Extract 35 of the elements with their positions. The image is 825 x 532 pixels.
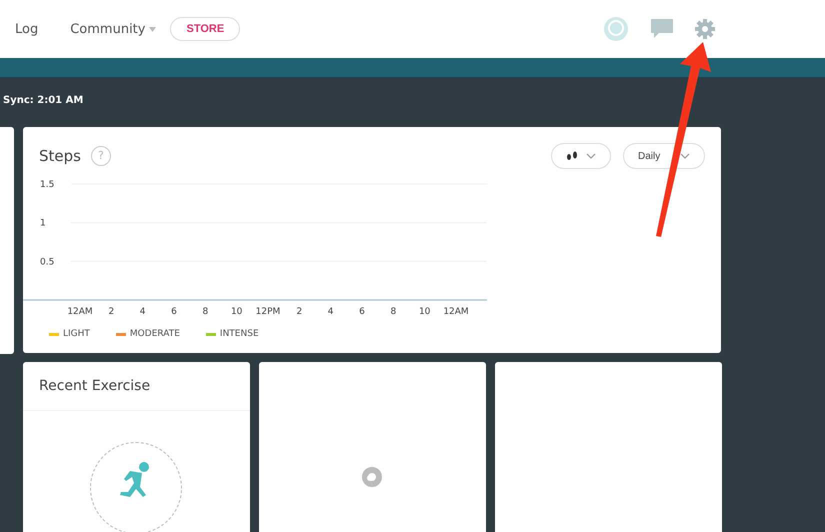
nav-dropdown[interactable]: Community xyxy=(70,22,156,36)
settings-icon[interactable] xyxy=(695,19,715,39)
x-axis-label: 8 xyxy=(202,307,208,317)
chevron-icon xyxy=(680,153,690,159)
caret-icon xyxy=(149,26,156,32)
avatar-icon[interactable] xyxy=(603,16,629,42)
x-axis-label: 2 xyxy=(108,307,114,317)
y-axis-label: 0.5 xyxy=(40,257,54,268)
y-axis-label: 1.5 xyxy=(40,180,54,190)
x-axis-label: 4 xyxy=(328,307,334,317)
x-axis-label: 8 xyxy=(390,307,396,317)
legend-label: INTENSE xyxy=(220,329,259,339)
store-button[interactable]: STORE xyxy=(170,17,240,41)
activity-dropdown[interactable] xyxy=(551,143,611,169)
x-axis-label: 10 xyxy=(418,307,430,317)
card-title: Recent Exercise xyxy=(23,362,250,411)
y-axis-label: 1 xyxy=(40,218,46,229)
sync-status: Sync: 2:01 AM xyxy=(3,95,84,106)
chevron-icon xyxy=(586,153,596,159)
x-axis-label: 6 xyxy=(359,307,365,317)
legend-label: MODERATE xyxy=(130,329,180,339)
footsteps-icon xyxy=(566,151,578,161)
chat-icon[interactable] xyxy=(651,19,673,39)
x-axis-label: 2 xyxy=(296,307,302,317)
legend-label: LIGHT xyxy=(63,329,90,339)
x-axis-label: 12AM xyxy=(443,307,469,317)
x-axis-label: 10 xyxy=(230,307,242,317)
loading-spinner-icon xyxy=(361,466,383,488)
period-dropdown[interactable]: Daily xyxy=(623,143,705,169)
card-title: Steps xyxy=(39,147,81,165)
x-axis-label: 6 xyxy=(171,307,177,317)
x-axis-label: 12AM xyxy=(67,307,93,317)
nav-link[interactable]: Log xyxy=(15,22,38,36)
x-axis-label: 12PM xyxy=(256,307,280,317)
x-axis-label: 4 xyxy=(140,307,146,317)
